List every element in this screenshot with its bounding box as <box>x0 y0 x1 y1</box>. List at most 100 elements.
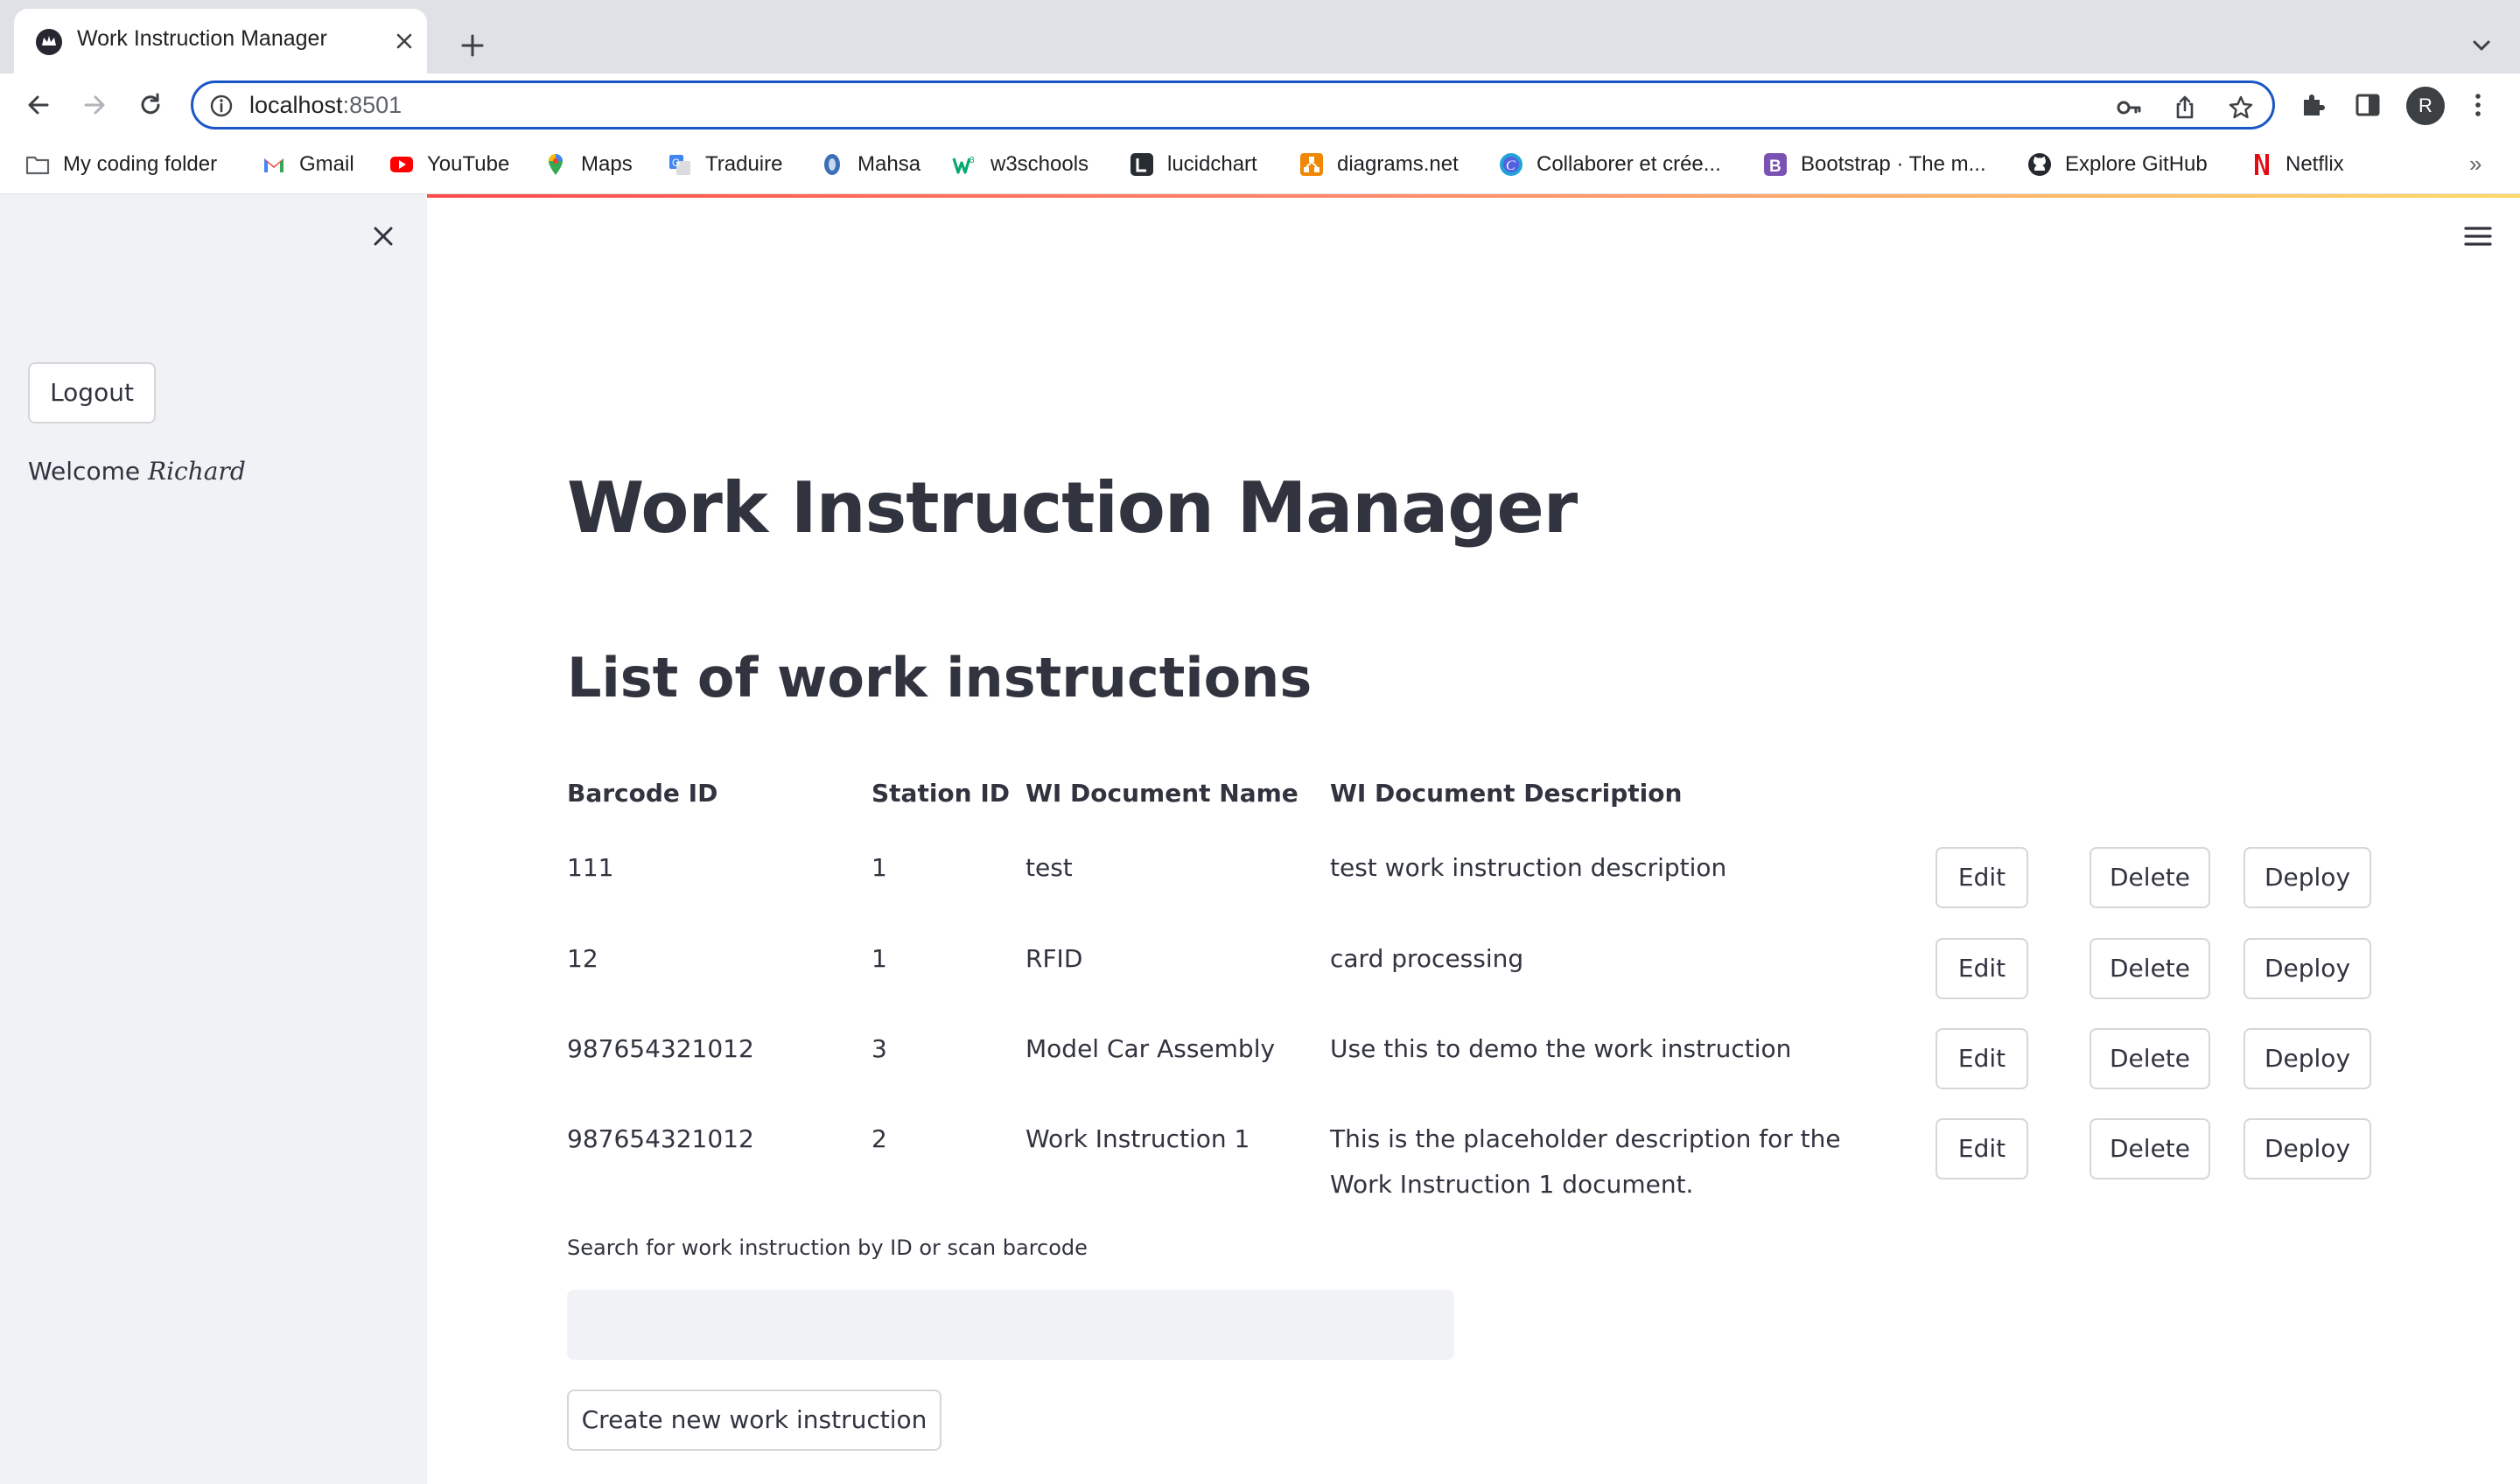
cell-barcode: 987654321012 <box>567 1124 754 1153</box>
cell-name: Model Car Assembly <box>1026 1034 1276 1063</box>
sidebar: Logout Welcome Richard <box>0 194 427 1484</box>
page-title: Work Instruction Manager <box>567 467 1578 549</box>
column-header-station: Station ID <box>872 779 1011 808</box>
w3schools-icon: 3 <box>952 156 975 174</box>
translate-icon: G <box>669 155 690 175</box>
bookmark-item[interactable]: Mahsa <box>819 149 920 180</box>
more-bookmarks-chevron-icon[interactable]: » <box>2469 150 2482 178</box>
back-arrow-icon[interactable] <box>23 89 54 121</box>
profile-avatar[interactable]: R <box>2406 87 2445 125</box>
deploy-button[interactable]: Deploy <box>2244 1028 2371 1089</box>
browser-tab[interactable]: Work Instruction Manager <box>14 9 427 74</box>
site-info-icon[interactable] <box>209 94 234 118</box>
bookmark-label: Mahsa <box>858 152 921 176</box>
bookmark-label: My coding folder <box>63 152 218 176</box>
new-tab-icon[interactable] <box>455 28 490 63</box>
bookmark-label: Collaborer et crée... <box>1536 152 1721 176</box>
url-text[interactable]: localhost:8501 <box>249 92 402 119</box>
welcome-message: Welcome Richard <box>28 457 246 486</box>
svg-text:3: 3 <box>970 156 975 165</box>
logout-button[interactable]: Logout <box>28 362 156 424</box>
cell-barcode: 987654321012 <box>567 1034 754 1063</box>
netflix-icon <box>2255 154 2269 175</box>
cell-barcode: 12 <box>567 944 598 973</box>
extensions-puzzle-icon[interactable] <box>2298 89 2329 121</box>
share-icon[interactable] <box>2171 94 2199 122</box>
cell-description: test work instruction description <box>1330 853 1727 882</box>
bookmark-item[interactable]: C Collaborer et crée... <box>1498 149 1721 180</box>
deploy-button[interactable]: Deploy <box>2244 938 2371 999</box>
hamburger-menu-icon[interactable] <box>2460 219 2496 254</box>
github-icon <box>2028 153 2051 176</box>
bookmark-item[interactable]: G Traduire <box>667 149 782 180</box>
main-content: Work Instruction Manager List of work in… <box>427 194 2520 1484</box>
browser-tab-strip: Work Instruction Manager <box>0 0 2520 74</box>
bookmark-label: diagrams.net <box>1337 152 1459 176</box>
streamlit-favicon-icon <box>36 29 62 55</box>
bookmark-label: w3schools <box>990 152 1089 176</box>
close-tab-icon[interactable] <box>390 27 418 55</box>
side-panel-icon[interactable] <box>2352 89 2384 121</box>
delete-button[interactable]: Delete <box>2090 1118 2210 1180</box>
cell-station: 3 <box>872 1034 887 1063</box>
decoration-bar <box>427 194 2520 198</box>
forward-arrow-icon[interactable] <box>79 89 110 121</box>
search-label: Search for work instruction by ID or sca… <box>567 1236 1088 1260</box>
svg-text:B: B <box>1769 158 1782 176</box>
bookmark-item[interactable]: My coding folder <box>24 149 217 180</box>
column-header-description: WI Document Description <box>1330 779 1683 808</box>
deploy-button[interactable]: Deploy <box>2244 847 2371 908</box>
url-host: localhost <box>249 92 343 118</box>
bookmark-label: Gmail <box>299 152 354 176</box>
cell-station: 2 <box>872 1124 887 1153</box>
bookmark-item[interactable]: diagrams.net <box>1298 149 1459 180</box>
delete-button[interactable]: Delete <box>2090 1028 2210 1089</box>
cell-name: test <box>1026 853 1073 882</box>
bootstrap-icon: B <box>1764 153 1787 176</box>
bookmark-star-icon[interactable] <box>2227 94 2255 122</box>
search-input[interactable] <box>567 1290 1454 1360</box>
deploy-button[interactable]: Deploy <box>2244 1118 2371 1180</box>
kebab-menu-icon[interactable] <box>2462 89 2494 121</box>
folder-icon <box>25 156 50 175</box>
close-icon[interactable] <box>368 220 399 252</box>
bookmark-item[interactable]: Maps <box>542 149 633 180</box>
bookmark-label: Bootstrap · The m... <box>1801 152 1986 176</box>
reload-icon[interactable] <box>135 89 166 121</box>
diagrams-icon <box>1300 153 1323 176</box>
bookmark-label: Netflix <box>2286 152 2344 176</box>
cell-name: RFID <box>1026 944 1083 973</box>
url-port: :8501 <box>342 92 402 118</box>
bookmark-item[interactable]: YouTube <box>388 149 509 180</box>
bookmark-item[interactable]: B Bootstrap · The m... <box>1762 149 1986 180</box>
cell-description: This is the placeholder description for … <box>1330 1124 1841 1199</box>
youtube-icon <box>390 157 413 172</box>
chevron-down-icon[interactable] <box>2466 30 2497 61</box>
bookmark-label: lucidchart <box>1167 152 1257 176</box>
delete-button[interactable]: Delete <box>2090 938 2210 999</box>
create-work-instruction-button[interactable]: Create new work instruction <box>567 1390 942 1451</box>
maps-icon <box>549 154 563 175</box>
welcome-prefix: Welcome <box>28 457 141 486</box>
bookmark-label: YouTube <box>427 152 510 176</box>
delete-button[interactable]: Delete <box>2090 847 2210 908</box>
svg-text:C: C <box>1506 158 1516 173</box>
bookmark-label: Explore GitHub <box>2065 152 2208 176</box>
bookmark-item[interactable]: 3 w3schools <box>952 149 1088 180</box>
edit-button[interactable]: Edit <box>1936 847 2028 908</box>
svg-text:G: G <box>672 157 680 169</box>
cell-barcode: 111 <box>567 853 614 882</box>
cell-description: Use this to demo the work instruction <box>1330 1034 1792 1063</box>
edit-button[interactable]: Edit <box>1936 1028 2028 1089</box>
bookmark-item[interactable]: Explore GitHub <box>2026 149 2208 180</box>
streamlit-app: Logout Welcome Richard Work Instruction … <box>0 194 2520 1484</box>
bookmark-item[interactable]: Netflix <box>2247 149 2344 180</box>
cell-station: 1 <box>872 944 887 973</box>
key-icon[interactable] <box>2115 94 2143 122</box>
edit-button[interactable]: Edit <box>1936 938 2028 999</box>
bookmark-item[interactable]: Gmail <box>261 149 354 180</box>
address-bar[interactable]: localhost:8501 <box>191 80 2275 130</box>
bookmark-item[interactable]: lucidchart <box>1129 149 1257 180</box>
edit-button[interactable]: Edit <box>1936 1118 2028 1180</box>
bookmark-label: Traduire <box>705 152 783 176</box>
